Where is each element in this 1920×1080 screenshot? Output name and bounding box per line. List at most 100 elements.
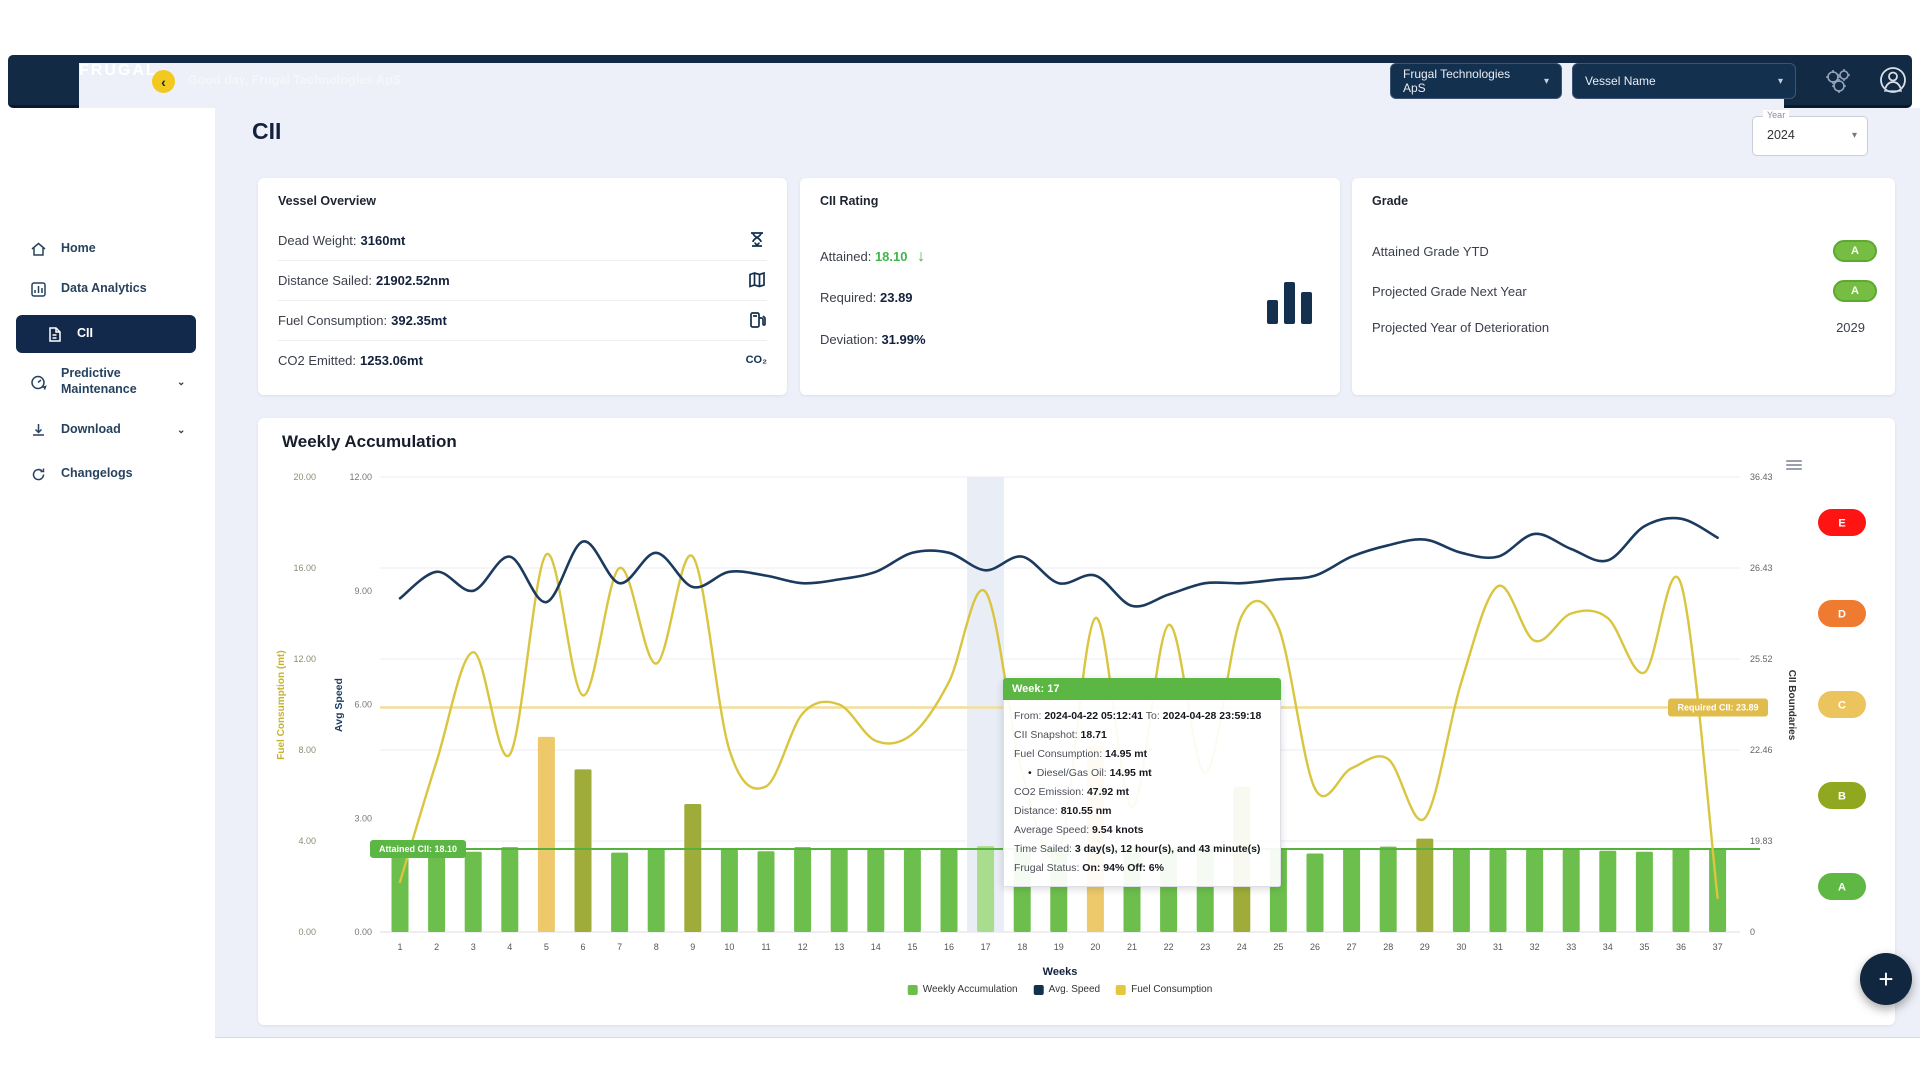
x-tick-label: 34 <box>1603 942 1613 952</box>
grade-badge-letter: A <box>1838 882 1846 894</box>
company-select[interactable]: Frugal Technologies ApS ▾ <box>1390 63 1562 99</box>
sidebar-item-label: CII <box>77 326 177 342</box>
vessel-select[interactable]: Vessel Name ▾ <box>1572 63 1796 99</box>
sidebar-collapse-button[interactable]: ‹ <box>152 70 175 93</box>
cii-rating-card: CII Rating Attained: 18.10 ↓ Required: 2… <box>800 178 1340 395</box>
legend-item[interactable]: Weekly Accumulation <box>908 984 1018 995</box>
grade-row-next-year: Projected Grade Next Year A <box>1372 280 1877 302</box>
settings-gears-icon[interactable] <box>1822 66 1856 101</box>
grade-card: Grade Attained Grade YTD A Projected Gra… <box>1352 178 1895 395</box>
bar-week-6[interactable] <box>575 769 592 932</box>
legend-item[interactable]: Avg. Speed <box>1034 984 1101 995</box>
bar-week-3[interactable] <box>465 852 482 932</box>
axis-tick-label: 16.00 <box>293 563 316 573</box>
x-tick-label: 28 <box>1383 942 1393 952</box>
bar-week-15[interactable] <box>904 850 921 932</box>
bar-week-16[interactable] <box>941 849 958 932</box>
bar-week-31[interactable] <box>1490 850 1507 932</box>
sidebar-item-download[interactable]: Download ⌄ <box>0 411 215 449</box>
bar-week-2[interactable] <box>428 853 445 932</box>
axis-tick-label: 19.83 <box>1750 836 1773 846</box>
vessel-overview-card: Vessel Overview Dead Weight:3160mt Dista… <box>258 178 787 395</box>
year-select[interactable]: Year 2024 ▾ <box>1752 116 1868 156</box>
rating-row-required: Required: 23.89 <box>820 290 913 305</box>
home-icon <box>30 241 47 258</box>
tooltip-row: Distance: 810.55 nm <box>1014 802 1270 821</box>
legend-swatch-icon <box>1116 985 1126 995</box>
chevron-left-icon: ‹ <box>161 74 166 90</box>
cii-axis-title: CII Boundaries <box>1786 670 1797 741</box>
bar-week-5[interactable] <box>538 737 555 932</box>
bar-week-30[interactable] <box>1453 848 1470 932</box>
bar-week-7[interactable] <box>611 853 628 932</box>
sidebar-item-changelogs[interactable]: Changelogs <box>0 455 215 493</box>
bar-week-9[interactable] <box>684 804 701 932</box>
bar-week-34[interactable] <box>1599 851 1616 932</box>
grade-row-ytd: Attained Grade YTD A <box>1372 240 1877 262</box>
sidebar-item-label: Data Analytics <box>61 281 161 297</box>
row-label: Dead Weight:3160mt <box>278 233 405 248</box>
bar-week-4[interactable] <box>501 847 518 932</box>
analytics-icon <box>30 281 47 298</box>
legend-label: Fuel Consumption <box>1131 984 1212 995</box>
sidebar-item-home[interactable]: Home <box>0 230 215 268</box>
plus-icon: + <box>1878 964 1893 995</box>
bar-week-26[interactable] <box>1307 854 1324 932</box>
deterioration-year: 2029 <box>1836 320 1877 335</box>
vessel-row-dead-weight: Dead Weight:3160mt <box>278 220 767 261</box>
sidebar-item-data-analytics[interactable]: Data Analytics <box>0 270 215 308</box>
legend-item[interactable]: Fuel Consumption <box>1116 984 1212 995</box>
weekly-accumulation-card: Weekly Accumulation Attained CII: 18.10 R… <box>258 418 1895 1025</box>
vessel-row-co2: CO2 Emitted:1253.06mt CO₂ <box>278 340 767 380</box>
bar-week-32[interactable] <box>1526 849 1543 932</box>
attained-cii-label-text: Attained CII: 18.10 <box>379 844 457 854</box>
axis-tick-label: 20.00 <box>293 472 316 482</box>
chevron-down-icon: ⌄ <box>177 425 185 436</box>
bar-week-14[interactable] <box>867 849 884 932</box>
bar-week-27[interactable] <box>1343 848 1360 932</box>
sidebar-item-cii[interactable]: CII <box>16 315 196 353</box>
x-tick-label: 27 <box>1347 942 1357 952</box>
bar-week-13[interactable] <box>831 849 848 932</box>
bar-week-12[interactable] <box>794 847 811 932</box>
required-cii-label-text: Required CII: 23.89 <box>1677 702 1758 712</box>
x-tick-label: 10 <box>724 942 734 952</box>
rating-row-deviation: Deviation: 31.99% <box>820 332 926 347</box>
account-icon[interactable] <box>1876 64 1910 103</box>
bar-week-8[interactable] <box>648 849 665 932</box>
tooltip-row: From: 2024-04-22 05:12:41 To: 2024-04-28… <box>1014 707 1270 726</box>
axis-tick-label: 9.00 <box>354 586 372 596</box>
bar-week-11[interactable] <box>758 851 775 932</box>
chevron-down-icon: ▾ <box>1778 76 1783 87</box>
add-button[interactable]: + <box>1860 953 1912 1005</box>
sidebar-item-predictive-maintenance[interactable]: Predictive Maintenance ⌄ <box>0 360 215 404</box>
bar-week-17[interactable] <box>977 846 994 932</box>
axis-tick-label: 0.00 <box>354 927 372 937</box>
grade-row-deterioration: Projected Year of Deterioration 2029 <box>1372 320 1877 335</box>
x-tick-label: 7 <box>617 942 622 952</box>
card-title: CII Rating <box>820 194 878 208</box>
x-tick-label: 33 <box>1566 942 1576 952</box>
bar-week-36[interactable] <box>1673 848 1690 932</box>
x-tick-label: 23 <box>1200 942 1210 952</box>
x-tick-label: 25 <box>1273 942 1283 952</box>
x-tick-label: 15 <box>907 942 917 952</box>
x-tick-label: 26 <box>1310 942 1320 952</box>
bar-week-35[interactable] <box>1636 852 1653 932</box>
avg-speed-line <box>400 518 1718 606</box>
axis-tick-label: 12.00 <box>349 472 372 482</box>
x-tick-label: 29 <box>1420 942 1430 952</box>
bar-week-33[interactable] <box>1563 849 1580 932</box>
tooltip-row: CII Snapshot: 18.71 <box>1014 726 1270 745</box>
axis-tick-label: 4.00 <box>298 836 316 846</box>
bar-week-10[interactable] <box>721 848 738 932</box>
tooltip-row: CO2 Emission: 47.92 mt <box>1014 783 1270 802</box>
bar-week-29[interactable] <box>1416 839 1433 932</box>
row-label: CO2 Emitted:1253.06mt <box>278 353 423 368</box>
chevron-down-icon: ▾ <box>1852 130 1857 141</box>
bar-week-28[interactable] <box>1380 847 1397 932</box>
x-tick-label: 20 <box>1090 942 1100 952</box>
fuel-axis-title: Fuel Consumption (mt) <box>276 650 287 759</box>
sidebar-item-label: Changelogs <box>61 466 161 482</box>
grade-badge: A <box>1833 280 1877 302</box>
